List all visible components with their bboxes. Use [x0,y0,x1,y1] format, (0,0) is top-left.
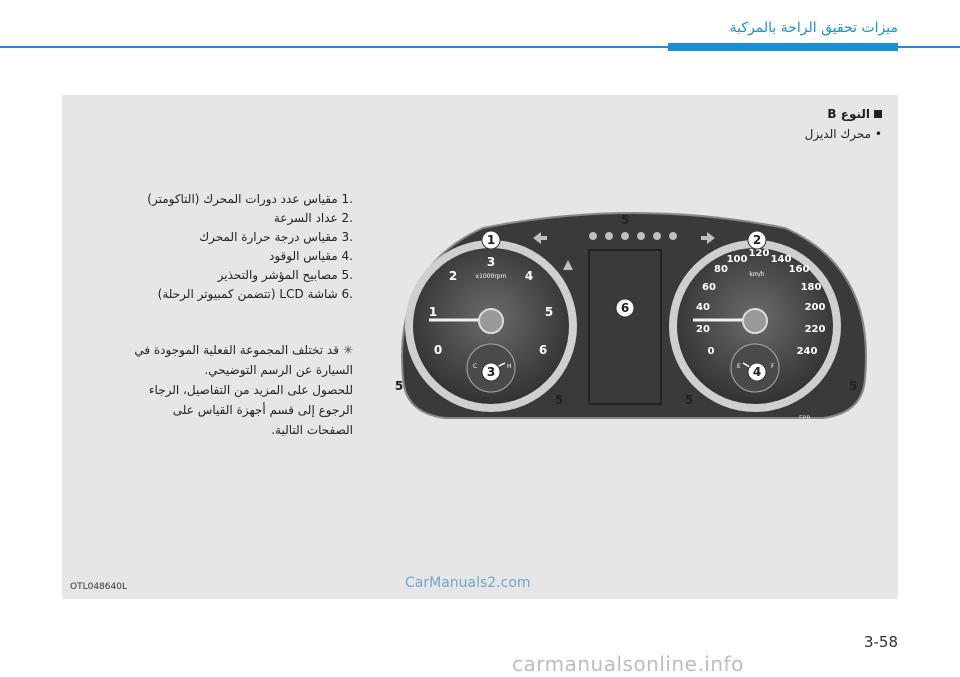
note-line: الصفحات التالية. [271,423,353,437]
speed-number: 100 [727,254,748,265]
component-list: .1 مقياس عدد دورات المحرك (التاكومتر) .2… [113,190,353,304]
speed-number: 120 [749,248,770,259]
fuel-label-full: F [771,363,775,370]
note-line: الرجوع إلى قسم أجهزة القياس على [172,403,353,417]
list-item: .3 مقياس درجة حرارة المحرك [199,230,353,244]
fuel-label-empty: E [737,363,741,370]
tach-number: 6 [539,343,547,357]
instrument-cluster-illustration: 0 1 2 3 4 5 6 x1000rpm C H 0 20 40 60 80… [395,212,867,422]
indicator-icon [605,232,613,240]
list-item: .6 شاشة LCD (تتضمن كمبيوتر الرحلة) [157,287,353,301]
indicator-icon [589,232,597,240]
info-note: ✳قد تختلف المجموعة الفعلية الموجودة في ا… [113,340,353,440]
epb-label: EPB [799,415,811,422]
list-item: .1 مقياس عدد دورات المحرك (التاكومتر) [147,192,353,206]
callout-3: 3 [487,365,495,379]
temp-label-hot: H [507,363,512,370]
tach-number: 5 [545,305,553,319]
speed-number: 20 [696,324,710,335]
speed-number: 160 [789,264,810,275]
speed-number: 180 [801,282,822,293]
note-line: للحصول على المزيد من التفاصيل، الرجاء [148,383,353,397]
page-number: 3-58 [863,633,898,651]
indicator-icon [637,232,645,240]
note-star-icon: ✳ [342,343,353,357]
speed-number: 80 [714,264,728,275]
tach-hub [478,308,504,334]
speed-number: 60 [702,282,716,293]
header-tab [668,43,898,51]
callout-5: 5 [621,213,629,227]
callout-6: 6 [621,301,629,315]
tach-number: 3 [487,255,495,269]
tach-unit: x1000rpm [476,273,507,280]
indicator-icon [669,232,677,240]
indicator-icon [621,232,629,240]
indicator-icon [653,232,661,240]
callout-5: 5 [849,379,857,393]
callout-5: 5 [555,393,563,407]
callout-1: 1 [487,233,495,247]
callout-5: 5 [685,393,693,407]
tach-number: 4 [525,269,533,283]
section-title: النوع B [827,107,882,121]
callout-4: 4 [753,365,761,379]
speed-number: 0 [708,346,715,357]
footer-watermark: carmanualsonline.info [512,652,744,676]
speed-number: 40 [696,302,710,313]
tach-number: 1 [429,305,437,319]
callout-5: 5 [395,379,403,393]
tach-number: 0 [434,343,442,357]
speed-number: 240 [797,346,818,357]
watermark: CarManuals2.com [405,575,531,591]
list-item: .4 مقياس الوقود [269,249,353,263]
callout-2: 2 [753,233,761,247]
note-line: السيارة عن الرسم التوضيحي. [204,363,353,377]
list-item: .2 عداد السرعة [273,211,353,225]
note-line: قد تختلف المجموعة الفعلية الموجودة في [134,343,339,357]
tach-number: 2 [449,269,457,283]
speed-number: 220 [805,324,826,335]
figure-code: OTL048640L [70,582,127,592]
list-item: .5 مصابيح المؤشر والتحذير [217,268,353,282]
speed-number: 200 [805,302,826,313]
page-header-title: ميزات تحقيق الراحة بالمركبة [729,20,898,36]
square-bullet-icon [874,110,882,118]
speed-unit: km/h [749,271,764,278]
section-subtitle: • محرك الديزل [804,127,882,141]
temp-label-cold: C [473,363,477,370]
speed-hub [742,308,768,334]
lcd-display [588,249,662,405]
